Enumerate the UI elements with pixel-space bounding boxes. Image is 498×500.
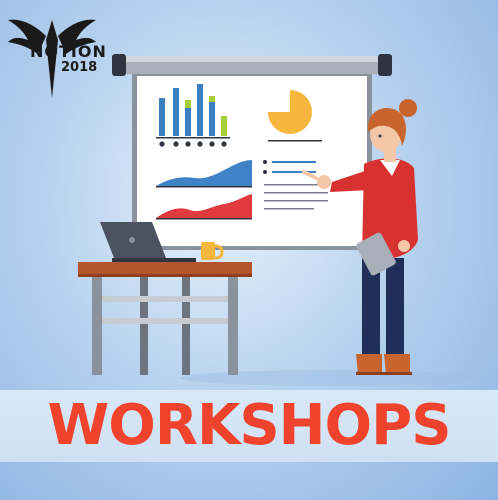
- banner-title: WORKSHOPS: [47, 393, 451, 458]
- logo-year: 2018: [61, 60, 98, 75]
- workshop-poster: NOTION 2018 WORKSHOPS: [0, 0, 498, 500]
- logo-name: NOTION: [30, 42, 107, 61]
- projector-screen: [112, 54, 392, 250]
- title-banner: WORKSHOPS: [0, 390, 498, 462]
- desk: [78, 262, 252, 375]
